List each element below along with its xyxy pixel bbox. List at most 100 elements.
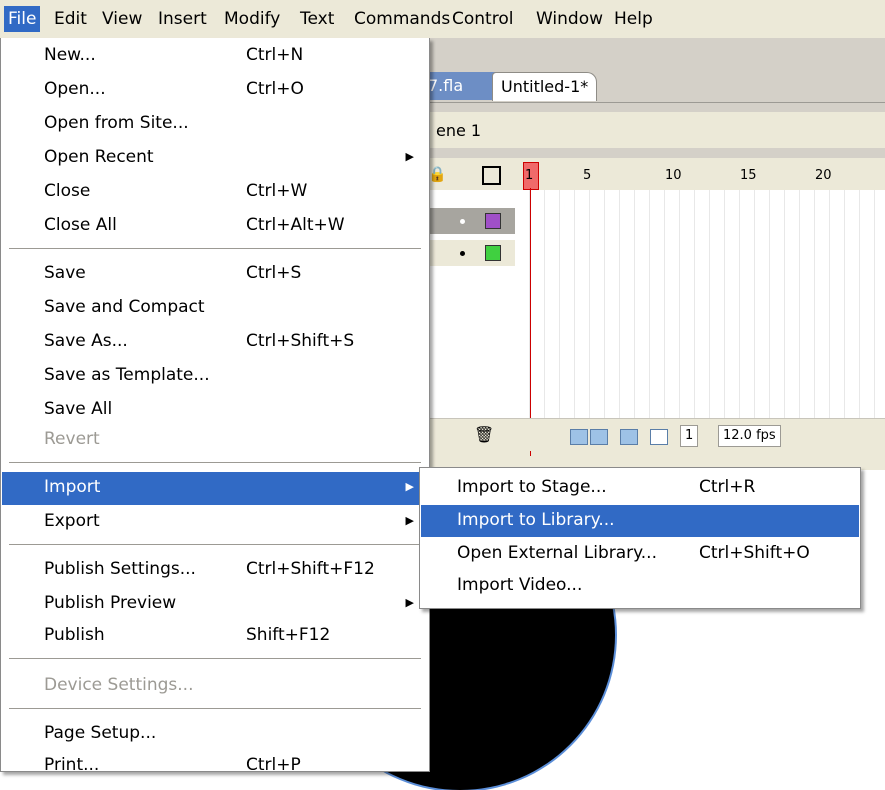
visibility-dot[interactable] (460, 219, 465, 224)
menu-item-label: Page Setup... (44, 723, 157, 743)
menu-item-shortcut: Ctrl+O (246, 79, 304, 99)
menu-item-open-recent[interactable]: Open Recent ▶ (2, 142, 428, 175)
menu-separator (9, 658, 421, 660)
menu-separator (9, 544, 421, 546)
menu-item-label: Import to Library... (457, 510, 615, 530)
menu-item-label: Save As... (44, 331, 128, 351)
menu-item-shortcut: Shift+F12 (246, 625, 331, 645)
document-tab-bar: 7.fla Untitled-1* (420, 72, 885, 103)
menu-item-label: Close All (44, 215, 117, 235)
menu-separator (9, 248, 421, 250)
menu-view[interactable]: View (98, 6, 146, 32)
menu-item-shortcut: Ctrl+Shift+F12 (246, 559, 375, 579)
menu-separator (9, 708, 421, 710)
menu-item-label: Import Video... (457, 575, 583, 595)
menu-item-label: Save (44, 263, 86, 283)
menu-item-label: Open External Library... (457, 543, 657, 563)
edit-multiple-frames-icon[interactable] (620, 429, 638, 445)
menu-item-save-all[interactable]: Save All (2, 394, 428, 427)
menu-window[interactable]: Window (532, 6, 607, 32)
menu-item-label: Device Settings... (44, 675, 194, 695)
menu-text[interactable]: Text (296, 6, 338, 32)
menu-item-shortcut: Ctrl+R (699, 477, 756, 497)
submenu-arrow-icon: ▶ (405, 596, 414, 609)
menu-item-revert: Revert (2, 424, 428, 457)
layer-row[interactable] (430, 208, 515, 234)
frame-tick-label: 10 (665, 168, 682, 183)
onion-markers-icon[interactable] (650, 429, 668, 445)
submenu-item-import-to-library[interactable]: Import to Library... (421, 505, 859, 537)
menu-item-save-as-template[interactable]: Save as Template... (2, 360, 428, 393)
menu-item-shortcut: Ctrl+Alt+W (246, 215, 345, 235)
menu-item-label: Publish Preview (44, 593, 177, 613)
menu-edit[interactable]: Edit (50, 6, 91, 32)
menu-item-new[interactable]: New... Ctrl+N (2, 40, 428, 73)
menu-item-label: Save as Template... (44, 365, 210, 385)
scene-label: ene 1 (436, 121, 482, 140)
menu-item-label: Close (44, 181, 91, 201)
trash-icon[interactable]: 🗑 (474, 425, 494, 444)
layer-color-swatch[interactable] (485, 245, 501, 261)
current-frame-field: 1 (680, 425, 699, 447)
menu-item-save[interactable]: Save Ctrl+S (2, 258, 428, 291)
menu-item-open[interactable]: Open... Ctrl+O (2, 74, 428, 107)
import-submenu: Import to Stage... Ctrl+R Import to Libr… (419, 467, 861, 609)
menu-help[interactable]: Help (610, 6, 657, 32)
menu-item-import[interactable]: Import ▶ (2, 472, 428, 505)
visibility-dot[interactable] (460, 251, 465, 256)
menu-item-publish-preview[interactable]: Publish Preview ▶ (2, 588, 428, 621)
playhead-line (530, 188, 531, 456)
menu-item-publish-settings[interactable]: Publish Settings... Ctrl+Shift+F12 (2, 554, 428, 587)
menu-separator (9, 462, 421, 464)
menu-item-shortcut: Ctrl+W (246, 181, 308, 201)
submenu-item-open-external-library[interactable]: Open External Library... Ctrl+Shift+O (421, 538, 859, 570)
menu-item-label: Save and Compact (44, 297, 205, 317)
fps-field[interactable]: 12.0 fps (718, 425, 781, 447)
menu-item-shortcut: Ctrl+Shift+S (246, 331, 355, 351)
outline-icon[interactable] (482, 166, 501, 185)
menu-item-shortcut: Ctrl+P (246, 755, 301, 775)
file-menu: New... Ctrl+N Open... Ctrl+O Open from S… (0, 38, 430, 775)
frame-grid[interactable] (515, 190, 885, 418)
lock-icon[interactable]: 🔒 (428, 165, 447, 183)
menu-item-save-as[interactable]: Save As... Ctrl+Shift+S (2, 326, 428, 359)
menu-item-label: Export (44, 511, 100, 531)
submenu-item-import-to-stage[interactable]: Import to Stage... Ctrl+R (421, 472, 859, 504)
menu-item-label: Save All (44, 399, 113, 419)
layer-color-swatch[interactable] (485, 213, 501, 229)
submenu-arrow-icon: ▶ (405, 480, 414, 493)
menu-bar: File Edit View Insert Modify Text Comman… (0, 0, 885, 39)
menu-item-label: Import (44, 477, 101, 497)
menu-commands[interactable]: Commands (350, 6, 454, 32)
menu-item-shortcut: Ctrl+N (246, 45, 304, 65)
onion-skin-icon[interactable] (570, 429, 588, 445)
menu-item-print[interactable]: Print... Ctrl+P (2, 750, 428, 783)
document-tab-untitled[interactable]: Untitled-1* (492, 72, 598, 101)
frame-tick-label: 1 (525, 168, 534, 183)
menu-item-label: Publish Settings... (44, 559, 196, 579)
menu-insert[interactable]: Insert (154, 6, 211, 32)
menu-item-label: Open Recent (44, 147, 154, 167)
submenu-arrow-icon: ▶ (405, 514, 414, 527)
menu-item-close[interactable]: Close Ctrl+W (2, 176, 428, 209)
menu-item-publish[interactable]: Publish Shift+F12 (2, 620, 428, 653)
menu-modify[interactable]: Modify (220, 6, 284, 32)
document-tab-1[interactable]: 7.fla (420, 72, 496, 100)
menu-item-label: Open... (44, 79, 106, 99)
menu-item-page-setup[interactable]: Page Setup... (2, 718, 428, 751)
menu-file[interactable]: File (4, 6, 41, 32)
menu-item-export[interactable]: Export ▶ (2, 506, 428, 539)
menu-item-close-all[interactable]: Close All Ctrl+Alt+W (2, 210, 428, 243)
submenu-item-import-video[interactable]: Import Video... (421, 570, 859, 602)
menu-item-label: Print... (44, 755, 100, 775)
layer-row[interactable] (430, 240, 515, 266)
menu-item-shortcut: Ctrl+S (246, 263, 302, 283)
onion-outline-icon[interactable] (590, 429, 608, 445)
menu-item-label: New... (44, 45, 96, 65)
menu-item-save-and-compact[interactable]: Save and Compact (2, 292, 428, 325)
submenu-arrow-icon: ▶ (405, 150, 414, 163)
menu-item-label: Publish (44, 625, 105, 645)
timeline-footer: 🗑 1 12.0 fps (430, 418, 885, 451)
menu-control[interactable]: Control (448, 6, 517, 32)
menu-item-open-from-site[interactable]: Open from Site... (2, 108, 428, 141)
